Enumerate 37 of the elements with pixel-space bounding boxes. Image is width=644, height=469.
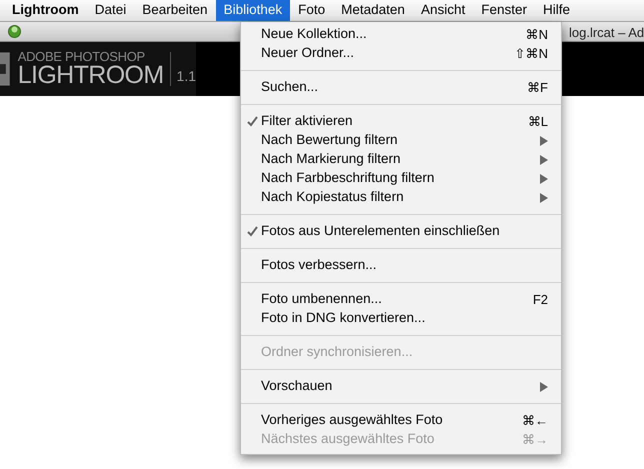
menu-bar-item[interactable]: Lightroom	[4, 0, 87, 21]
menu-bar-item[interactable]: Bibliothek	[216, 0, 290, 21]
menu-bar-item[interactable]: Foto	[290, 0, 334, 21]
version-label: 1.1	[176, 66, 196, 86]
menu-bar-item[interactable]: Fenster	[473, 0, 535, 21]
menu-item[interactable]: Foto in DNG konvertieren...	[261, 308, 548, 329]
shortcut-label: ⌘←	[522, 412, 548, 430]
logo-icon	[0, 52, 10, 86]
menu-item[interactable]: Neuer Ordner...	[261, 43, 515, 64]
menu-item[interactable]: Nach Markierung filtern	[261, 149, 540, 170]
menu-item[interactable]: Fotos verbessern...	[261, 255, 548, 276]
shortcut-label: ⇧⌘N	[514, 44, 548, 63]
menu-bar-item[interactable]: Metadaten	[333, 0, 413, 21]
menu-bar-item[interactable]: Bearbeiten	[134, 0, 216, 21]
menu-bar-item[interactable]: Hilfe	[535, 0, 578, 21]
shortcut-label: ⌘N	[526, 26, 548, 44]
menu-item[interactable]: Vorheriges ausgewähltes Foto	[261, 410, 522, 431]
shortcut-label: ⌘L	[528, 112, 548, 131]
zoom-button-icon[interactable]	[8, 25, 21, 38]
submenu-arrow-icon	[540, 382, 548, 392]
menu-item[interactable]: Nach Kopiestatus filtern	[261, 187, 540, 208]
menu-item[interactable]: Nach Bewertung filtern	[261, 130, 540, 151]
menu-item[interactable]: Suchen...	[261, 77, 528, 98]
logo-subtitle: ADOBE PHOTOSHOP	[18, 50, 146, 63]
menu-item[interactable]: Neue Kollektion...	[261, 24, 526, 45]
shortcut-label: ⌘F	[527, 78, 548, 97]
logo-title: LIGHTROOM	[18, 63, 164, 88]
menu-item[interactable]: Filter aktivieren	[261, 111, 528, 132]
menu-bar-item[interactable]: Datei	[86, 0, 134, 21]
menu-item[interactable]: Nach Farbbeschriftung filtern	[261, 168, 540, 189]
shortcut-label: ⌘→	[522, 430, 548, 449]
menu-item[interactable]: Foto umbenennen...	[261, 289, 533, 310]
shortcut-label: F2	[532, 290, 548, 309]
window-title: log.lrcat – Ad	[569, 24, 644, 42]
menu-item[interactable]: Fotos aus Unterelementen einschließen	[261, 221, 548, 242]
menu-bar-item[interactable]: Ansicht	[412, 0, 474, 21]
menu-item[interactable]: Vorschauen	[261, 376, 540, 397]
